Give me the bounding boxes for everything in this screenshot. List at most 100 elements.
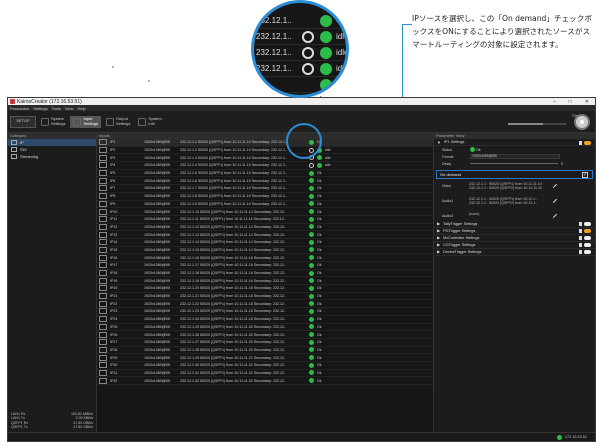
input-row[interactable]: IP28 1920x1080@59i 232.12.1.28 50020 (QSFP… (97, 346, 433, 355)
edit-icon[interactable] (549, 195, 558, 203)
trigger-section[interactable]: ▶ MvController Settings (434, 235, 595, 242)
input-row[interactable]: IP30 1920x1080@59i 232.12.1.30 50020 (QSFP… (97, 362, 433, 370)
ok-icon (309, 339, 314, 345)
input-row[interactable]: IP21 1920x1080@59i 232.12.1.21 50020 (QSFP… (97, 293, 433, 301)
input-row[interactable]: IP25 1920x1080@59i 232.12.1.25 50020 (QSFP… (97, 323, 433, 332)
menu-production[interactable]: Production (10, 106, 29, 111)
input-row[interactable]: IP20 1920x1080@59i 232.12.1.20 50020 (QSFP… (97, 285, 433, 293)
toggle-switch[interactable] (584, 229, 591, 234)
input-thumb-icon (99, 362, 107, 369)
menu-settings[interactable]: Settings (33, 106, 47, 111)
ok-icon (309, 201, 314, 207)
audio2-label: Audio2 (442, 213, 454, 218)
bolt-icon (302, 62, 314, 75)
category-streaming[interactable]: Streaming (8, 153, 96, 160)
input-row[interactable]: IP9 1920x1080@59i 232.12.1.9 50020 (QSFP1)… (97, 200, 433, 209)
input-settings-button[interactable]: Input Settings (70, 115, 101, 128)
trigger-section[interactable]: ▶ CGTrigger Settings (434, 242, 595, 249)
ok-icon (309, 209, 314, 215)
magnified-status: Ok (336, 16, 347, 25)
input-row[interactable]: IP31 1920x1080@59i 232.12.1.31 50020 (QSFP… (97, 369, 433, 378)
main-area: Category IP SDI Streaming LAN1 Rx 163.82 … (8, 133, 595, 432)
input-row[interactable]: IP26 1920x1080@59i 232.12.1.26 50020 (QSFP… (97, 331, 433, 339)
input-row[interactable]: IP18 1920x1080@59i 232.12.1.18 50020 (QSFP… (97, 270, 433, 278)
ok-icon (309, 239, 314, 245)
toggle-switch[interactable] (584, 250, 591, 255)
input-row[interactable]: IP11 1920x1080@59i 232.12.1.11 50020 (QSFP… (97, 216, 433, 224)
input-status: Ok (309, 370, 322, 376)
minimize-button[interactable]: – (553, 99, 556, 105)
input-source: 232.12.1.29 50020 (QSFP1) from 10.11.11.… (180, 355, 286, 360)
input-thumb-icon (99, 293, 107, 300)
input-name: IP27 (110, 340, 118, 345)
ok-icon (309, 224, 314, 230)
input-row[interactable]: IP16 1920x1080@59i 232.12.1.16 50020 (QSFP… (97, 254, 433, 262)
ok-icon (309, 324, 314, 330)
input-row[interactable]: IP13 1920x1080@59i 232.12.1.13 50020 (QSFP… (97, 231, 433, 239)
system-info-button[interactable]: System Info (135, 116, 164, 128)
ok-icon (470, 147, 475, 152)
input-row[interactable]: IP14 1920x1080@59i 232.12.1.14 50020 (QSFP… (97, 239, 433, 247)
input-row[interactable]: IP10 1920x1080@59i 232.12.1.10 50020 (QSFP… (97, 208, 433, 216)
toggle-switch[interactable] (584, 140, 591, 145)
trigger-section[interactable]: ▶ PGTrigger Settings (434, 228, 595, 235)
input-format: 1920x1080@59i (144, 355, 171, 360)
input-row[interactable]: IP24 1920x1080@59i 232.12.1.24 50020 (QSFP… (97, 316, 433, 324)
ip-settings-section[interactable]: ▼ IP1 Settings (434, 139, 595, 146)
input-row[interactable]: IP2 1920x1080@59i 232.12.1.2 50020 (QSFP1)… (97, 147, 433, 155)
input-row[interactable]: IP19 1920x1080@59i 232.12.1.19 50020 (QSFP… (97, 277, 433, 286)
input-status: Ok (309, 293, 322, 299)
close-button[interactable]: ✕ (585, 99, 589, 105)
category-sdi[interactable]: SDI (8, 146, 96, 153)
input-row[interactable]: IP17 1920x1080@59i 232.12.1.17 50020 (QSFP… (97, 262, 433, 270)
toggle-switch[interactable] (584, 222, 591, 227)
ok-icon (309, 332, 314, 338)
on-demand-checkbox[interactable]: ✓ (582, 172, 588, 178)
input-format: 1920x1080@59i (144, 163, 171, 168)
category-ip[interactable]: IP (8, 139, 96, 146)
trigger-section[interactable]: ▶ TallyTrigger Settings (434, 221, 595, 228)
input-source: 232.12.1.2 50020 (QSFP1) from 10.11.11.1… (180, 148, 287, 153)
edit-icon[interactable] (549, 210, 558, 218)
input-format: 1920x1080@59i (144, 301, 171, 306)
output-settings-button[interactable]: Output Settings (103, 116, 133, 128)
menu-help[interactable]: Help (78, 106, 86, 111)
input-status: Ok (309, 270, 322, 276)
edit-icon[interactable] (549, 180, 558, 189)
trigger-section[interactable]: ▶ DeviceTrigger Settings (434, 249, 595, 256)
input-row[interactable]: IP4 1920x1080@59i 232.12.1.4 50020 (QSFP1)… (97, 162, 433, 170)
input-row[interactable]: IP23 1920x1080@59i 232.12.1.23 50020 (QSFP… (97, 308, 433, 316)
menu-tools[interactable]: Tools (52, 106, 61, 111)
input-row[interactable]: IP15 1920x1080@59i 232.12.1.15 50020 (QSFP… (97, 246, 433, 255)
ok-icon (309, 232, 314, 238)
input-source: 232.12.1.3 50020 (QSFP1) from 10.11.11.1… (180, 155, 287, 160)
format-select[interactable]: 1920x1080@59i (470, 154, 560, 159)
status-text: Ok (317, 201, 322, 206)
input-row[interactable]: IP3 1920x1080@59i 232.12.1.3 50020 (QSFP1)… (97, 154, 433, 163)
menu-view[interactable]: View (65, 106, 74, 111)
maximize-button[interactable]: □ (569, 99, 572, 105)
input-row[interactable]: IP6 1920x1080@59i 232.12.1.6 50020 (QSFP1)… (97, 177, 433, 186)
volume-slider[interactable] (508, 123, 566, 125)
input-row[interactable]: IP1 1920x1080@59i 232.12.1.1 50020 (QSFP1)… (97, 139, 433, 147)
toggle-switch[interactable] (584, 243, 591, 248)
input-row[interactable]: IP27 1920x1080@59i 232.12.1.27 50020 (QSFP… (97, 339, 433, 347)
delay-slider[interactable] (470, 163, 558, 164)
ok-icon (309, 347, 314, 353)
input-row[interactable]: IP12 1920x1080@59i 232.12.1.12 50020 (QSFP… (97, 223, 433, 232)
input-format: 1920x1080@59i (144, 332, 171, 337)
input-row[interactable]: IP22 1920x1080@59i 232.12.1.22 50020 (QSFP… (97, 300, 433, 309)
master-knob[interactable] (574, 114, 590, 130)
stat-row: QSFP1 Tx 37.80 GBit/s (11, 425, 93, 430)
ok-icon (309, 316, 314, 322)
setup-button[interactable]: SETUP (10, 115, 36, 128)
input-row[interactable]: IP29 1920x1080@59i 232.12.1.29 50020 (QSFP… (97, 354, 433, 362)
input-row[interactable]: IP7 1920x1080@59i 232.12.1.7 50020 (QSFP1)… (97, 185, 433, 193)
system-settings-button[interactable]: System Settings (38, 116, 68, 128)
input-row[interactable]: IP8 1920x1080@59i 232.12.1.8 50020 (QSFP1)… (97, 193, 433, 201)
status-text: Ok (317, 301, 322, 306)
input-row[interactable]: IP5 1920x1080@59i 232.12.1.5 50020 (QSFP1)… (97, 170, 433, 178)
toggle-switch[interactable] (584, 236, 591, 241)
input-row[interactable]: IP32 1920x1080@59i 232.12.1.32 50020 (QSFP… (97, 377, 433, 385)
status-text: Ok (317, 247, 322, 252)
